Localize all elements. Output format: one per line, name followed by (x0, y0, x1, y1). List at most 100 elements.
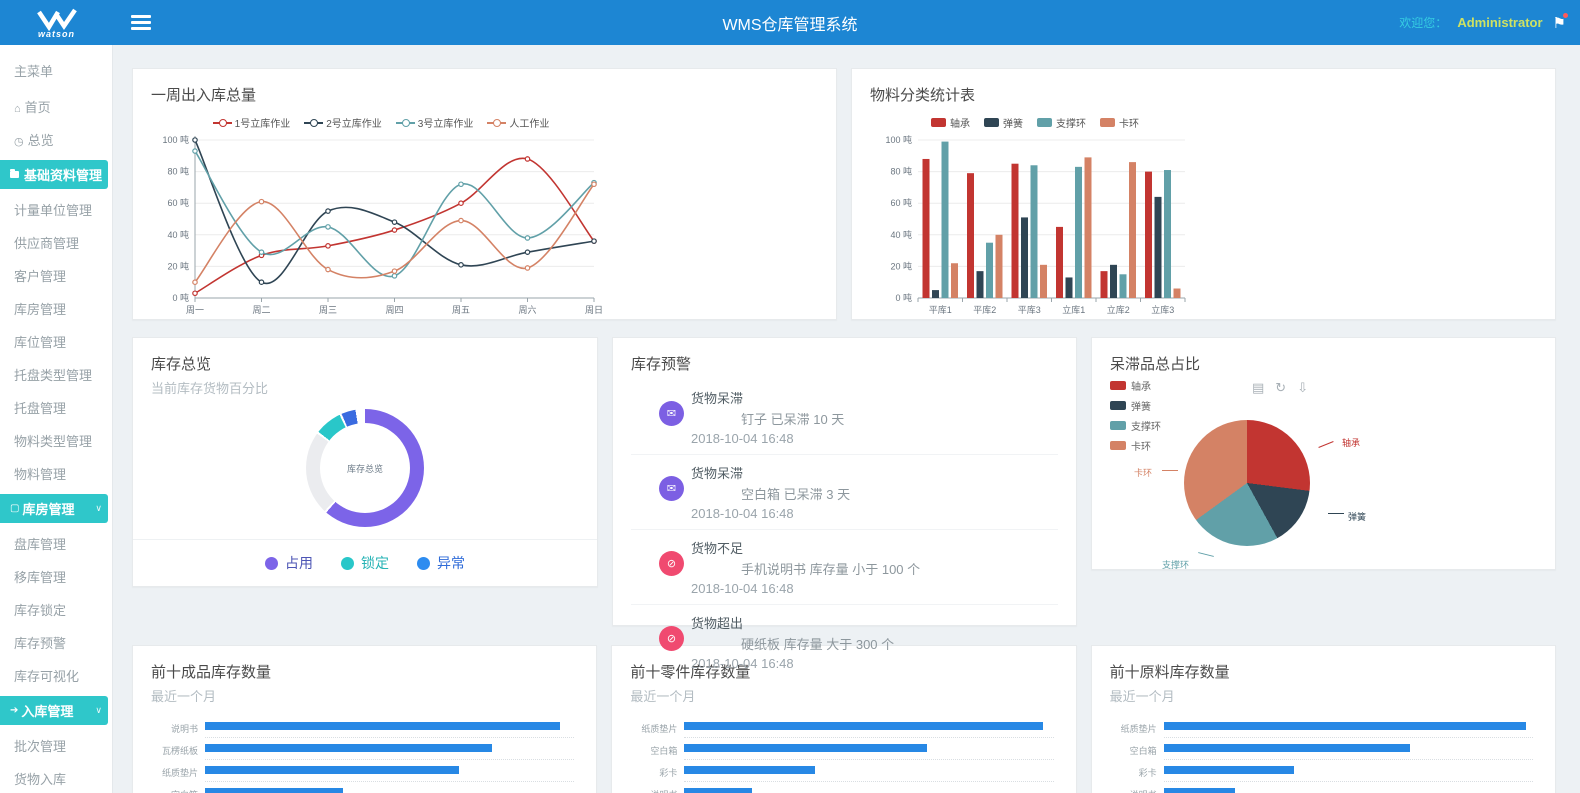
refresh-icon[interactable]: ↻ (1275, 380, 1286, 396)
hbar-label: 说明书 (151, 722, 205, 735)
legend-item[interactable]: 卡环 (1100, 115, 1139, 130)
svg-text:20 吨: 20 吨 (167, 260, 189, 271)
sidebar-item-10[interactable]: 物料类型管理 (0, 424, 112, 457)
main-content: 一周出入库总量 1号立库作业2号立库作业3号立库作业人工作业 0 吨20 吨40… (113, 45, 1580, 793)
prohibit-icon: ⊘ (659, 551, 684, 576)
sidebar-item-label: 托盘类型管理 (14, 368, 92, 383)
sidebar-item-label: 首页 (25, 100, 51, 115)
svg-text:40 吨: 40 吨 (167, 229, 189, 240)
sidebar-item-17[interactable]: 库存可视化 (0, 659, 112, 692)
sidebar-item-label: 批次管理 (14, 739, 66, 754)
sidebar-item-1[interactable]: ◷总览 (0, 123, 112, 156)
card-weekly-io: 一周出入库总量 1号立库作业2号立库作业3号立库作业人工作业 0 吨20 吨40… (132, 68, 837, 320)
overview-icon: ◷ (14, 136, 24, 148)
svg-text:80 吨: 80 吨 (890, 166, 912, 177)
username[interactable]: Administrator (1457, 15, 1542, 30)
hbar-row: 空白箱 (1110, 743, 1537, 765)
notification-flag-icon[interactable]: ⚑ (1553, 14, 1566, 32)
sidebar-item-13[interactable]: 盘库管理 (0, 527, 112, 560)
sidebar-caption: 主菜单 (0, 53, 112, 90)
donut-legend-item[interactable]: 锁定 (341, 553, 389, 573)
sidebar-item-19[interactable]: 批次管理 (0, 729, 112, 762)
sidebar-item-label: 库存可视化 (14, 669, 79, 684)
sidebar-section-label: 基础资料管理 (24, 165, 102, 184)
chevron-down-icon: ∨ (95, 503, 102, 514)
folder-icon (10, 171, 19, 178)
sidebar-item-4[interactable]: 供应商管理 (0, 226, 112, 259)
sidebar-item-label: 货物入库 (14, 772, 66, 787)
sidebar-item-8[interactable]: 托盘类型管理 (0, 358, 112, 391)
sidebar-item-9[interactable]: 托盘管理 (0, 391, 112, 424)
top-raw-title: 前十原料库存数量 (1110, 661, 1537, 682)
sidebar-section-18[interactable]: ➔入库管理∨ (0, 696, 108, 725)
legend-dot (417, 557, 430, 570)
hbar-row: 纸质垫片 (630, 721, 1057, 743)
hbar-bar (684, 744, 927, 752)
legend-item[interactable]: 轴承 (931, 115, 970, 130)
legend-item[interactable]: 1号立库作业 (213, 115, 291, 130)
legend-item[interactable]: 3号立库作业 (396, 115, 474, 130)
sidebar-item-16[interactable]: 库存预警 (0, 626, 112, 659)
sidebar-section-2[interactable]: 基础资料管理 (0, 160, 108, 189)
pie-slice-label: 支撑环 (1162, 558, 1189, 571)
sidebar-item-3[interactable]: 计量单位管理 (0, 193, 112, 226)
overview-title: 库存总览 (151, 353, 579, 374)
donut-legend-item[interactable]: 占用 (265, 553, 313, 573)
legend-item[interactable]: 2号立库作业 (304, 115, 382, 130)
legend-item[interactable]: 人工作业 (487, 115, 549, 130)
sidebar-item-label: 物料管理 (14, 467, 66, 482)
hbar-row: 彩卡 (630, 765, 1057, 787)
top-parts-subtitle: 最近一个月 (630, 686, 1057, 705)
alert-type: 货物不足 (691, 538, 1042, 557)
svg-text:立库1: 立库1 (1062, 304, 1085, 315)
hbar-row: 说明书 (630, 787, 1057, 793)
prohibit-icon: ⊘ (659, 626, 684, 651)
hbar-bar (1164, 722, 1526, 730)
menu-toggle-icon[interactable] (131, 12, 151, 33)
alert-type: 货物呆滞 (691, 388, 1042, 407)
sidebar-item-11[interactable]: 物料管理 (0, 457, 112, 490)
pie-slice-label: 轴承 (1342, 436, 1360, 449)
legend-marker (1110, 401, 1126, 410)
svg-text:20 吨: 20 吨 (890, 260, 912, 271)
sidebar-item-6[interactable]: 库房管理 (0, 292, 112, 325)
download-icon[interactable]: ⇩ (1297, 380, 1308, 396)
legend-item[interactable]: 弹簧 (984, 115, 1023, 130)
hbar-row: 纸质垫片 (151, 765, 578, 787)
line-legend-marker (487, 122, 506, 124)
sidebar-item-label: 物料类型管理 (14, 434, 92, 449)
alert-item: ✉ 货物呆滞 钉子 已呆滞 10 天 2018-10-04 16:48 (631, 380, 1058, 455)
hbar-bar (205, 766, 459, 774)
alert-time: 2018-10-04 16:48 (691, 581, 1042, 596)
card-stagnant-ratio: 呆滞品总占比 轴承弹簧支撑环卡环 ▤↻⇩ 轴承弹簧支撑环卡环 (1091, 337, 1556, 570)
donut-legend-item[interactable]: 异常 (417, 553, 465, 573)
pie-slice-label: 弹簧 (1348, 510, 1366, 523)
pie-label-line (1162, 470, 1178, 471)
hbar-row: 空白箱 (151, 787, 578, 793)
pie-legend-item[interactable]: 弹簧 (1110, 398, 1161, 413)
material-chart-title: 物料分类统计表 (870, 84, 1537, 105)
hbar-label: 纸质垫片 (1110, 722, 1164, 735)
alert-time: 2018-10-04 16:48 (691, 506, 1042, 521)
hbar-bar (205, 744, 492, 752)
donut-center-label: 库存总览 (306, 409, 424, 527)
svg-text:平库2: 平库2 (973, 304, 996, 315)
hbar-label: 瓦楞纸板 (151, 744, 205, 757)
line-legend-marker (304, 122, 323, 124)
svg-text:80 吨: 80 吨 (167, 166, 189, 177)
pie-legend-item[interactable]: 轴承 (1110, 378, 1161, 393)
sidebar-item-7[interactable]: 库位管理 (0, 325, 112, 358)
sidebar-item-20[interactable]: 货物入库 (0, 762, 112, 793)
sidebar-item-14[interactable]: 移库管理 (0, 560, 112, 593)
sidebar-section-12[interactable]: ▢库房管理∨ (0, 494, 108, 523)
data-view-icon[interactable]: ▤ (1252, 380, 1264, 396)
app-logo[interactable]: watson (0, 0, 113, 45)
sidebar-item-5[interactable]: 客户管理 (0, 259, 112, 292)
svg-text:立库2: 立库2 (1107, 304, 1130, 315)
sidebar-item-15[interactable]: 库存锁定 (0, 593, 112, 626)
legend-item[interactable]: 支撑环 (1037, 115, 1086, 130)
alert-message: 空白箱 已呆滞 3 天 (691, 484, 1042, 503)
sidebar-item-label: 库存预警 (14, 636, 66, 651)
card-top-finished: 前十成品库存数量 最近一个月 说明书 瓦楞纸板 纸质垫片 空白箱 (132, 645, 597, 793)
sidebar-item-0[interactable]: ⌂首页 (0, 90, 112, 123)
